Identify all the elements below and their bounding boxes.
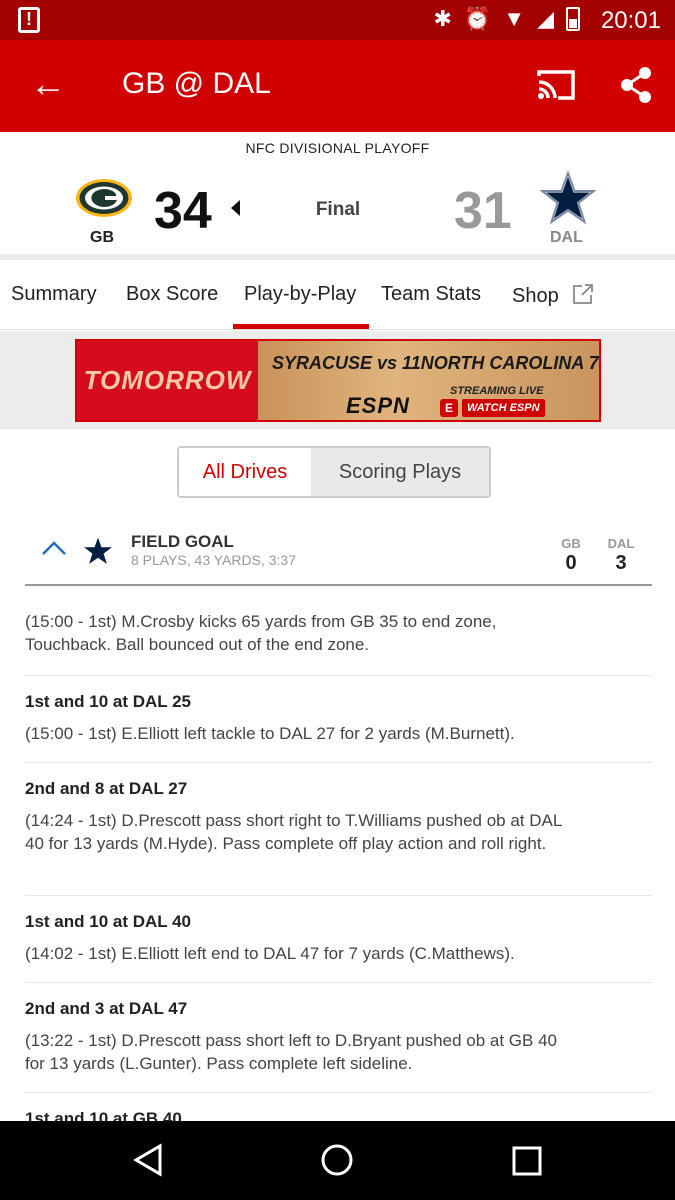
active-tab-indicator (233, 324, 369, 329)
play-situation: 1st and 10 at DAL 40 (25, 912, 191, 931)
scoring-plays-button[interactable]: Scoring Plays (311, 448, 489, 496)
drive-filter: All Drives Scoring Plays (177, 446, 491, 498)
tab-shop-label: Shop (512, 285, 559, 307)
play-situation: 2nd and 3 at DAL 47 (25, 999, 188, 1018)
ad-court-bg: SYRACUSE vs 11NORTH CAROLINA 7PM/ET STRE… (258, 341, 599, 420)
drive-result: FIELD GOAL (131, 532, 234, 551)
espn-e-icon: E (440, 399, 458, 417)
play-item: 1st and 10 at DAL 25 (15:00 - 1st) E.Ell… (25, 692, 652, 763)
signal-icon: ◢ (537, 6, 554, 31)
game-type: NFC DIVISIONAL PLAYOFF (245, 140, 430, 156)
play-item: 2nd and 8 at DAL 27 (14:24 - 1st) D.Pres… (25, 779, 652, 896)
system-nav-bar (0, 1121, 675, 1200)
page-title: GB @ DAL (122, 67, 271, 100)
cowboys-star-icon (84, 537, 112, 564)
cowboys-star-logo (540, 171, 596, 225)
espn-logo: ESPN (346, 393, 410, 418)
back-triangle-icon[interactable] (132, 1143, 164, 1177)
play-item: 2nd and 3 at DAL 47 (13:22 - 1st) D.Pres… (25, 999, 652, 1093)
play-situation: 2nd and 8 at DAL 27 (25, 779, 188, 798)
status-bar: ✱ ⏰ ▼ ◢ 20:01 (0, 0, 675, 40)
recents-square-icon[interactable] (512, 1146, 542, 1176)
drive-header[interactable]: FIELD GOAL 8 PLAYS, 43 YARDS, 3:37 GB 0 … (25, 528, 652, 586)
tab-team-stats[interactable]: Team Stats (381, 283, 481, 306)
ad-streaming-text: STREAMING LIVE (450, 385, 544, 397)
external-link-icon (573, 284, 594, 304)
tab-box-score[interactable]: Box Score (126, 283, 218, 306)
play-description: (13:22 - 1st) D.Prescott pass short left… (25, 1031, 557, 1073)
possession-arrow-icon (231, 200, 240, 216)
away-score: 34 (154, 182, 212, 240)
status-time: 20:01 (600, 7, 661, 34)
drive-summary: 8 PLAYS, 43 YARDS, 3:37 (131, 552, 296, 568)
play-description: (15:00 - 1st) E.Elliott left tackle to D… (25, 724, 515, 743)
ad-headline: SYRACUSE vs 11NORTH CAROLINA 7PM/ET (272, 353, 599, 373)
watch-espn-badge: E WATCH ESPN (440, 399, 545, 417)
ad-area: TOMORROW SYRACUSE vs 11NORTH CAROLINA 7P… (0, 331, 675, 429)
tab-play-by-play[interactable]: Play-by-Play (244, 283, 356, 306)
tab-summary[interactable]: Summary (11, 283, 97, 306)
away-team-abbr: GB (90, 229, 114, 246)
play-situation: 1st and 10 at DAL 25 (25, 692, 191, 711)
drive-home-abbr: DAL (607, 536, 635, 551)
drive-away-abbr: GB (561, 536, 581, 551)
ad-banner[interactable]: TOMORROW SYRACUSE vs 11NORTH CAROLINA 7P… (75, 339, 601, 422)
back-arrow-icon[interactable]: ← (30, 66, 66, 102)
drive-home-score: 3 (615, 552, 627, 574)
home-circle-icon[interactable] (320, 1143, 354, 1177)
tab-shop[interactable]: Shop (512, 283, 594, 308)
play-description: (14:02 - 1st) E.Elliott left end to DAL … (25, 944, 515, 963)
app-bar: ← GB @ DAL (0, 40, 675, 132)
share-icon[interactable] (619, 66, 653, 104)
drive-away-score: 0 (565, 552, 577, 574)
watch-espn-text: WATCH ESPN (462, 399, 545, 417)
alarm-icon: ⏰ (463, 6, 492, 31)
play-description: (14:24 - 1st) D.Prescott pass short righ… (25, 811, 562, 853)
status-icons: ✱ ⏰ ▼ ◢ (433, 6, 580, 32)
home-score: 31 (454, 182, 512, 240)
play-item: 1st and 10 at DAL 40 (14:02 - 1st) E.Ell… (25, 912, 652, 983)
play-item: (15:00 - 1st) M.Crosby kicks 65 yards fr… (25, 610, 652, 676)
ad-tomorrow-text: TOMORROW (77, 341, 258, 420)
battery-icon (566, 7, 580, 31)
cast-icon[interactable] (536, 68, 576, 102)
game-status: Final (315, 199, 361, 220)
notification-icon (18, 7, 40, 33)
play-description: (15:00 - 1st) M.Crosby kicks 65 yards fr… (25, 612, 497, 654)
game-tabs: Summary Box Score Play-by-Play Team Stat… (0, 264, 675, 330)
all-drives-button[interactable]: All Drives (179, 448, 311, 496)
chevron-up-icon[interactable] (41, 540, 67, 556)
bluetooth-icon: ✱ (433, 6, 452, 31)
packers-logo (76, 179, 132, 217)
wifi-icon: ▼ (503, 6, 526, 31)
home-team-abbr: DAL (550, 229, 583, 246)
